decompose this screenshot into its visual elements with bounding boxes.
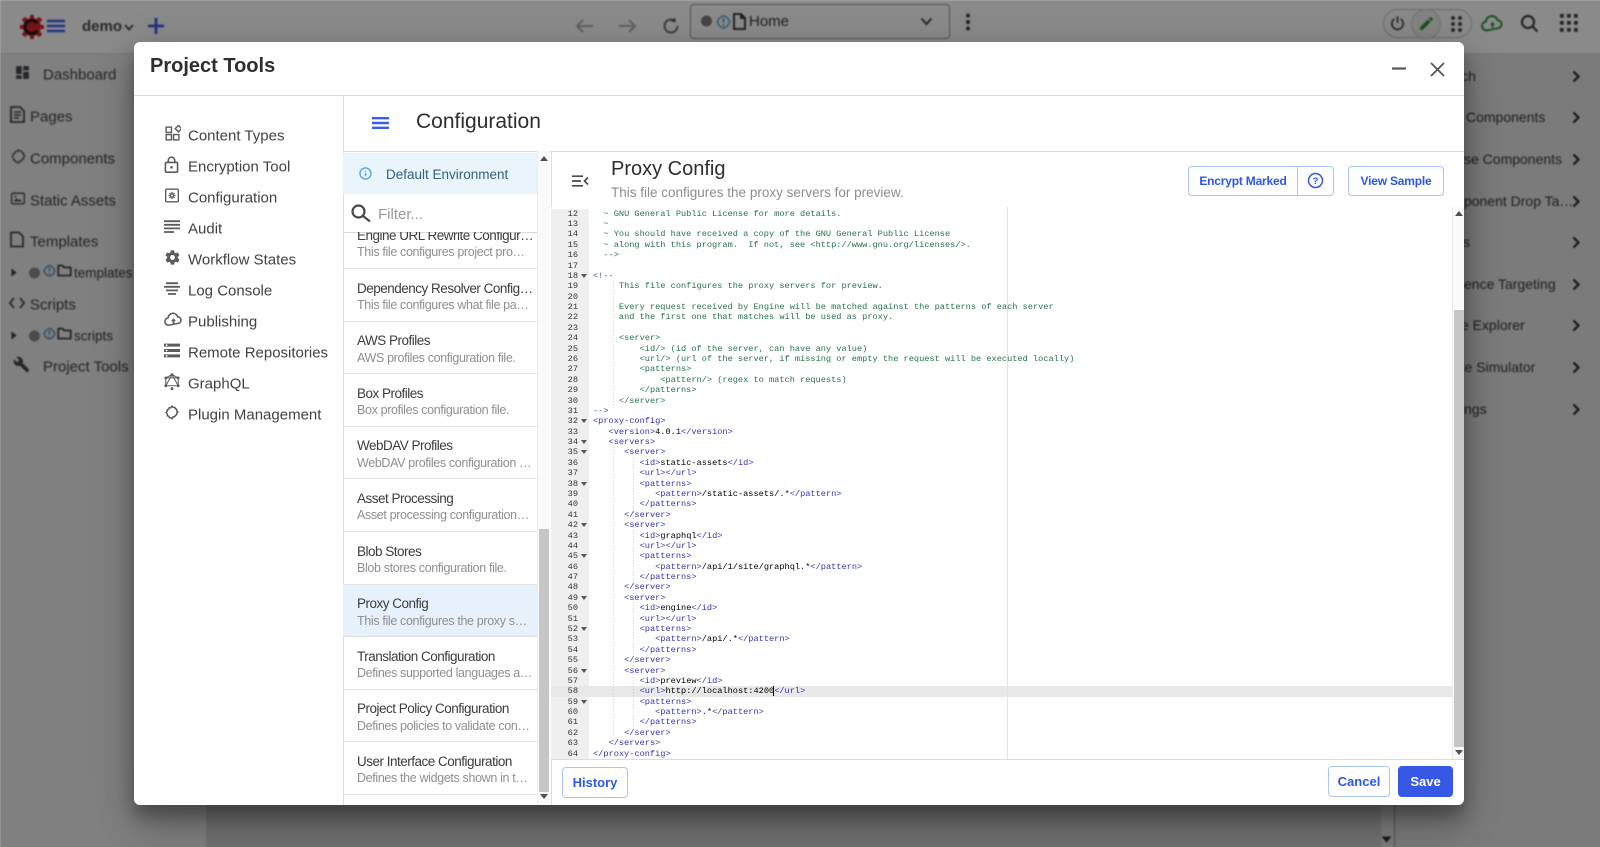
svg-text:?: ? <box>1313 176 1319 186</box>
